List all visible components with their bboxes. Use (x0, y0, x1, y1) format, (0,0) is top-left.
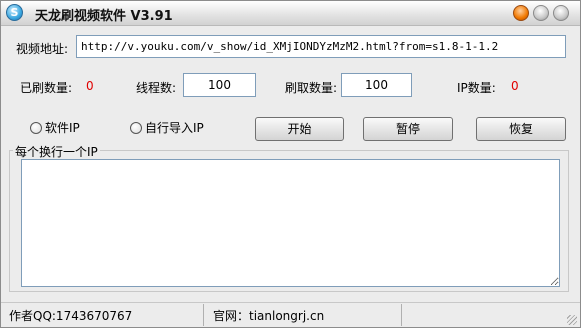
status-divider (203, 304, 204, 326)
title-bar[interactable]: S 天龙刷视频软件 V3.91 (1, 1, 580, 26)
radio-circle-icon (30, 121, 42, 134)
fetch-count-input[interactable] (341, 73, 412, 97)
status-divider (401, 304, 402, 326)
custom-ip-label: 自行导入IP (145, 121, 204, 135)
threads-label: 线程数: (136, 81, 177, 95)
video-url-label: 视频地址: (16, 42, 69, 56)
ip-count-value: 0 (511, 79, 519, 93)
brushed-count-value: 0 (86, 79, 94, 93)
resume-button[interactable]: 恢复 (476, 117, 566, 141)
author-qq-text: 作者QQ:1743670767 (9, 309, 133, 323)
ip-count-label: IP数量: (457, 81, 496, 95)
window-title: 天龙刷视频软件 V3.91 (35, 9, 173, 24)
fetch-count-label: 刷取数量: (285, 81, 338, 95)
resize-grip-icon[interactable] (567, 315, 577, 325)
threads-input[interactable] (183, 73, 256, 97)
start-button[interactable]: 开始 (255, 117, 344, 141)
maximize-icon[interactable] (533, 5, 549, 21)
video-url-input[interactable] (76, 35, 566, 58)
close-icon[interactable] (553, 5, 569, 21)
software-ip-label: 软件IP (45, 121, 80, 135)
minimize-icon[interactable] (513, 5, 529, 21)
brushed-count-label: 已刷数量: (20, 81, 73, 95)
ip-list-caption: 每个换行一个IP (13, 143, 100, 160)
app-logo-icon: S (6, 4, 23, 21)
ip-list-textarea[interactable] (21, 159, 560, 287)
website-text: 官网：tianlongrj.cn (213, 309, 325, 323)
radio-circle-icon (130, 121, 142, 134)
software-ip-radio[interactable]: 软件IP (30, 119, 80, 136)
pause-button[interactable]: 暂停 (363, 117, 453, 141)
custom-ip-radio[interactable]: 自行导入IP (130, 119, 204, 136)
main-window: S 天龙刷视频软件 V3.91 视频地址: 已刷数量: 0 线程数: 刷取数量:… (0, 0, 581, 328)
